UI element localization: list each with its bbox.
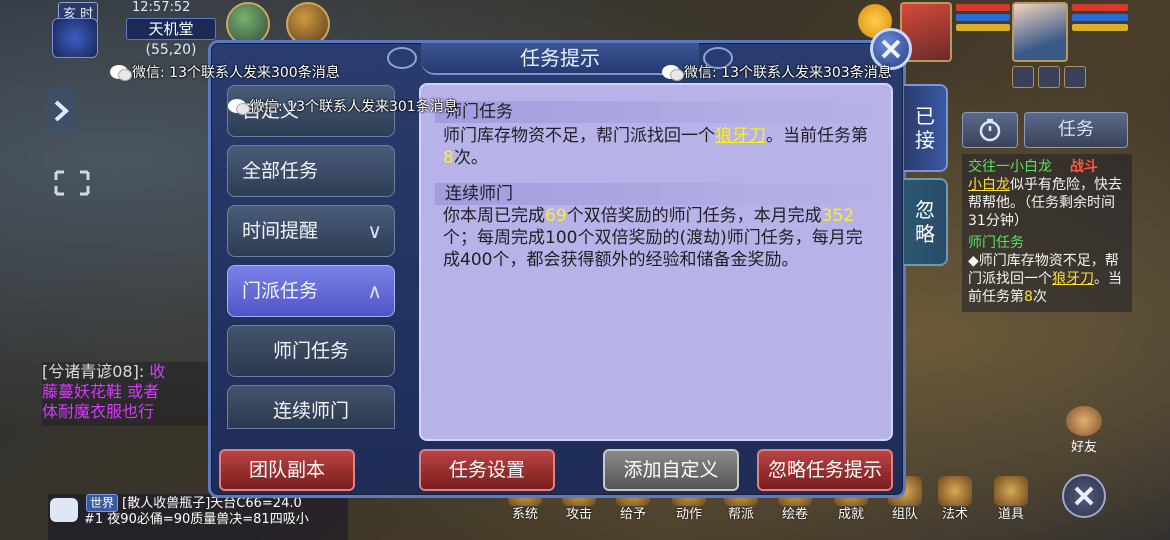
nav-label: 连续师门 [272, 400, 349, 422]
title-ornament-icon [387, 47, 417, 69]
section-title: 师门任务 [435, 101, 881, 123]
stopwatch-icon [979, 118, 1001, 142]
world-chat-line: #1 夜90必俑=90质量兽决=81四吸小 [84, 512, 309, 527]
buff-icon[interactable] [1038, 66, 1060, 88]
toolbar-icon [938, 476, 972, 506]
nav-label: 师门任务 [272, 340, 349, 362]
clock-text: 12:57:52 [132, 0, 191, 15]
handshake-icon [1066, 406, 1102, 436]
quest-detail-panel: 师门任务 师门库存物资不足，帮门派找回一个狼牙刀。当前任务第8次。 连续师门 你… [419, 83, 893, 441]
wechat-icon [228, 99, 250, 115]
notification-text: 微信: 13个联系人发来301条消息 [250, 99, 458, 115]
task-settings-button[interactable]: 任务设置 [419, 449, 555, 491]
toolbar-label: 攻击 [565, 507, 592, 522]
add-custom-button[interactable]: 添加自定义 [603, 449, 739, 491]
chat-sender[interactable]: [兮诸青谚08]: [42, 362, 144, 381]
notification-text: 微信: 13个联系人发来303条消息 [684, 65, 892, 81]
wechat-icon [662, 65, 684, 81]
toolbar-8-button[interactable]: 法术 [930, 476, 980, 536]
toolbar-label: 组队 [891, 507, 918, 522]
map-name[interactable]: 天机堂 [126, 18, 216, 40]
timer-tab[interactable] [962, 112, 1018, 148]
pet-hp-bar [956, 4, 1010, 11]
world-channel-tag: 世界 [86, 494, 119, 512]
quest-tag: 战斗 [1069, 159, 1098, 175]
nav-time-reminder[interactable]: 时间提醒 ∨ [227, 205, 395, 257]
friends-button[interactable]: 好友 [1058, 406, 1110, 458]
nav-label: 时间提醒 [242, 220, 319, 242]
section-body: 师门库存物资不足，帮门派找回一个狼牙刀。当前任务第8次。 [443, 126, 868, 168]
item-link[interactable]: 狼牙刀 [715, 126, 766, 146]
item-link[interactable]: 狼牙刀 [1052, 271, 1094, 287]
toolbar-label: 成就 [837, 507, 864, 522]
buff-icon[interactable] [1012, 66, 1034, 88]
toolbar-label: 动作 [675, 507, 702, 522]
friends-label: 好友 [1070, 440, 1097, 455]
npc-link[interactable]: 小白龙 [968, 177, 1010, 193]
map-coords: (55,20) [145, 42, 197, 58]
quest-count: 8 [1024, 289, 1033, 305]
close-icon [881, 39, 901, 59]
wechat-icon [110, 65, 132, 81]
buff-list [1012, 66, 1086, 88]
tab-accepted[interactable]: 已接 [904, 84, 948, 172]
quest-tracker: 任务 交往一小白龙 战斗 小白龙似乎有危险，快去帮帮他。（任务剩余时间31分钟）… [962, 112, 1132, 322]
hero-portrait[interactable] [1012, 2, 1068, 62]
nav-all-tasks[interactable]: 全部任务 [227, 145, 395, 197]
chat-bubble-icon[interactable] [50, 498, 78, 522]
toolbar-label: 给予 [619, 507, 646, 522]
location-status: 亥 时 12:57:52 天机堂 (55,20) [50, 0, 220, 62]
chevron-down-icon: ∨ [367, 219, 382, 243]
close-menu-button[interactable] [1062, 474, 1106, 518]
quest-desc: 次 [1032, 289, 1047, 305]
chat-message: 体耐魔衣服也行 [42, 402, 155, 421]
expand-arrow-icon[interactable] [46, 88, 76, 134]
nav-continuous-master[interactable]: 连续师门 [227, 385, 395, 429]
pet-mp-bar [956, 14, 1010, 21]
nav-master-task[interactable]: 师门任务 [227, 325, 395, 377]
hero-hp-bar [1072, 4, 1128, 11]
task-tab[interactable]: 任务 [1024, 112, 1128, 148]
buff-icon[interactable] [1064, 66, 1086, 88]
hero-mp-bar [1072, 14, 1128, 21]
quest-title[interactable]: 师门任务 [968, 235, 1024, 251]
dialog-title: 任务提示 [421, 43, 699, 75]
toolbar-label: 法术 [941, 507, 968, 522]
toolbar-label: 绘卷 [781, 507, 808, 522]
toolbar-label: 系统 [511, 507, 538, 522]
wechat-notification[interactable]: 微信: 13个联系人发来300条消息 [110, 62, 340, 82]
notification-text: 微信: 13个联系人发来300条消息 [132, 65, 340, 81]
tab-label: 忽略 [915, 198, 935, 246]
tracker-quest-list[interactable]: 交往一小白龙 战斗 小白龙似乎有危险，快去帮帮他。（任务剩余时间31分钟） 师门… [962, 154, 1132, 312]
toolbar-label: 道具 [997, 507, 1024, 522]
chat-panel[interactable]: [兮诸青谚08]: 收 藤蔓妖花鞋 或者 体耐魔衣服也行 [42, 362, 214, 426]
tab-label: 已接 [915, 104, 935, 152]
nav-label: 全部任务 [242, 160, 319, 182]
world-chat-line: [散人收兽瓶子]天台C66=24.0 [122, 496, 302, 511]
minimap-icon[interactable] [52, 18, 98, 58]
wechat-notification[interactable]: 微信: 13个联系人发来301条消息 [228, 96, 458, 116]
wechat-notification[interactable]: 微信: 13个联系人发来303条消息 [662, 62, 892, 82]
chat-message: 收 [149, 362, 166, 381]
fullscreen-icon[interactable] [52, 168, 92, 198]
toolbar-9-button[interactable]: 道具 [986, 476, 1036, 536]
pet-exp-bar [956, 24, 1010, 31]
chevron-up-icon: ∧ [367, 279, 382, 303]
hero-anger-bar [1072, 24, 1128, 31]
chat-message: 藤蔓妖花鞋 或者 [42, 382, 160, 401]
section-title: 连续师门 [435, 183, 881, 205]
tab-ignored[interactable]: 忽略 [904, 178, 948, 266]
toolbar-icon [994, 476, 1028, 506]
close-icon [1074, 486, 1094, 506]
quest-title[interactable]: 交往一小白龙 [968, 159, 1052, 175]
nav-label: 门派任务 [242, 280, 319, 302]
toolbar-label: 帮派 [727, 507, 754, 522]
ignore-hints-button[interactable]: 忽略任务提示 [757, 449, 893, 491]
nav-sect-tasks[interactable]: 门派任务 ∧ [227, 265, 395, 317]
section-body: 你本周已完成69个双倍奖励的师门任务，本月完成352个；每周完成100个双倍奖励… [443, 206, 863, 270]
team-dungeon-button[interactable]: 团队副本 [219, 449, 355, 491]
world-chat-panel[interactable]: 世界 [散人收兽瓶子]天台C66=24.0 #1 夜90必俑=90质量兽决=81… [48, 494, 348, 540]
